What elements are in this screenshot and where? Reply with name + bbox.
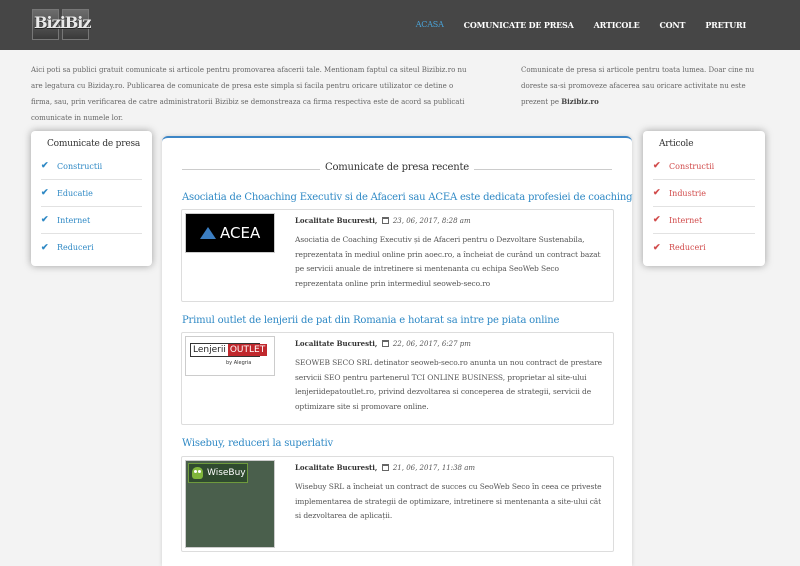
article-thumbnail-wisebuy[interactable]: WiseBuy	[185, 460, 275, 548]
sidebar-comunicate-item-reduceri[interactable]: ✔ Reduceri	[41, 234, 142, 261]
nav-comunicate-de-presa[interactable]: COMUNICATE DE PRESA	[464, 20, 574, 30]
owl-icon	[192, 467, 203, 479]
heading-divider-right	[474, 169, 612, 170]
sidebar-comunicate-item-constructii[interactable]: ✔ Constructii	[41, 153, 142, 180]
sidebar-item-label: Educatie	[57, 188, 93, 198]
sidebar-item-label: Internet	[57, 215, 91, 225]
article-excerpt: Wisebuy SRL a încheiat un contract de su…	[295, 482, 602, 520]
intro-right-text: Comunicate de presa si articole pentru t…	[521, 66, 755, 106]
article-date: 23, 06, 2017, 8:28 am	[392, 217, 471, 225]
sidebar-articole-item-internet[interactable]: ✔ Internet	[653, 207, 755, 234]
wisebuy-logo-text: WiseBuy	[207, 468, 246, 478]
lenjerii-outlet-logo: Lenjerii OUTLET	[190, 343, 268, 357]
sidebar-comunicate-item-internet[interactable]: ✔ Internet	[41, 207, 142, 234]
check-icon: ✔	[41, 215, 49, 225]
main-nav: ACASA COMUNICATE DE PRESA ARTICOLE CONT …	[396, 20, 746, 30]
article-card-wisebuy: WiseBuy Localitate Bucuresti, 21, 06, 20…	[181, 456, 614, 552]
sidebar-comunicate: Comunicate de presa ✔ Constructii ✔ Educat…	[31, 131, 152, 266]
article-thumbnail-acea[interactable]: ACEA	[185, 213, 275, 253]
article-location: Localitate Bucuresti,	[295, 339, 378, 348]
check-icon: ✔	[653, 161, 661, 171]
recent-press-title: Comunicate de presa recente	[325, 162, 469, 173]
heading-divider-left	[182, 169, 320, 170]
article-title-lenjerii[interactable]: Primul outlet de lenjerii de pat din Rom…	[182, 315, 559, 326]
sidebar-item-label: Constructii	[57, 161, 103, 171]
intro-text-right: Comunicate de presa si articole pentru t…	[521, 62, 761, 110]
sidebar-articole-item-industrie[interactable]: ✔ Industrie	[653, 180, 755, 207]
lenjerii-logo-sub: by Alegria	[226, 360, 252, 366]
acea-logo: ACEA	[200, 224, 260, 242]
wisebuy-logo: WiseBuy	[188, 463, 248, 483]
sidebar-item-label: Reduceri	[669, 243, 706, 252]
article-meta: Localitate Bucuresti, 22, 06, 2017, 6:27…	[295, 339, 471, 348]
site-logo[interactable]: BiziBiz	[32, 9, 91, 40]
nav-acasa[interactable]: ACASA	[416, 20, 444, 30]
sidebar-item-label: Reduceri	[57, 243, 94, 252]
article-card-lenjerii: Lenjerii OUTLET by Alegria Localitate Buc…	[181, 332, 614, 425]
calendar-icon	[381, 217, 389, 224]
sidebar-item-label: Industrie	[669, 188, 707, 198]
sidebar-articole-item-constructii[interactable]: ✔ Constructii	[653, 153, 755, 180]
acea-logo-text: ACEA	[220, 224, 261, 242]
nav-preturi[interactable]: PRETURI	[705, 20, 746, 30]
intro-right-brand: Bizibiz.ro	[561, 97, 599, 106]
check-icon: ✔	[41, 188, 49, 198]
intro-text-left: Aici poti sa publici gratuit comunicate …	[31, 66, 467, 122]
check-icon: ✔	[653, 242, 661, 253]
outlet-logo-text: OUTLET	[227, 344, 268, 356]
article-title-acea[interactable]: Asociatia de Choaching Executiv si de Af…	[182, 192, 633, 203]
check-icon: ✔	[41, 161, 49, 171]
sidebar-comunicate-item-educatie[interactable]: ✔ Educatie	[41, 180, 142, 207]
article-card-acea: ACEA Localitate Bucuresti, 23, 06, 2017,…	[181, 209, 614, 302]
sidebar-articole-title: Articole	[659, 139, 694, 149]
sidebar-comunicate-title: Comunicate de presa	[47, 139, 141, 149]
article-date: 22, 06, 2017, 6:27 pm	[392, 340, 471, 348]
sidebar-articole: Articole ✔ Constructii ✔ Industrie ✔ Intern…	[643, 131, 765, 266]
nav-cont[interactable]: CONT	[660, 20, 686, 30]
check-icon: ✔	[653, 215, 661, 225]
check-icon: ✔	[41, 242, 49, 253]
check-icon: ✔	[653, 188, 661, 198]
article-excerpt: Asociatia de Coaching Executiv și de Afa…	[295, 235, 601, 288]
article-excerpt: SEOWEB SECO SRL detinator seoweb-seco.ro…	[295, 358, 603, 411]
article-date: 21, 06, 2017, 11:38 am	[392, 464, 476, 472]
sidebar-articole-item-reduceri[interactable]: ✔ Reduceri	[653, 234, 755, 261]
article-title-wisebuy[interactable]: Wisebuy, reduceri la superlativ	[182, 438, 333, 449]
sidebar-item-label: Internet	[669, 215, 703, 225]
header-bar: BiziBiz ACASA COMUNICATE DE PRESA ARTICO…	[0, 0, 800, 50]
lenjerii-logo-text: Lenjerii	[193, 345, 226, 355]
article-location: Localitate Bucuresti,	[295, 216, 378, 225]
recent-press-panel: Comunicate de presa recente Asociatia de…	[162, 136, 633, 566]
calendar-icon	[381, 464, 389, 471]
sidebar-item-label: Constructii	[669, 161, 715, 171]
article-meta: Localitate Bucuresti, 23, 06, 2017, 8:28…	[295, 216, 471, 225]
article-thumbnail-lenjerii[interactable]: Lenjerii OUTLET by Alegria	[185, 336, 275, 376]
article-location: Localitate Bucuresti,	[295, 463, 378, 472]
calendar-icon	[381, 340, 389, 347]
article-meta: Localitate Bucuresti, 21, 06, 2017, 11:3…	[295, 463, 475, 472]
triangle-icon	[200, 227, 216, 239]
logo-text: BiziBiz	[34, 13, 91, 32]
nav-articole[interactable]: ARTICOLE	[594, 20, 640, 30]
recent-press-heading: Comunicate de presa recente	[162, 162, 632, 173]
